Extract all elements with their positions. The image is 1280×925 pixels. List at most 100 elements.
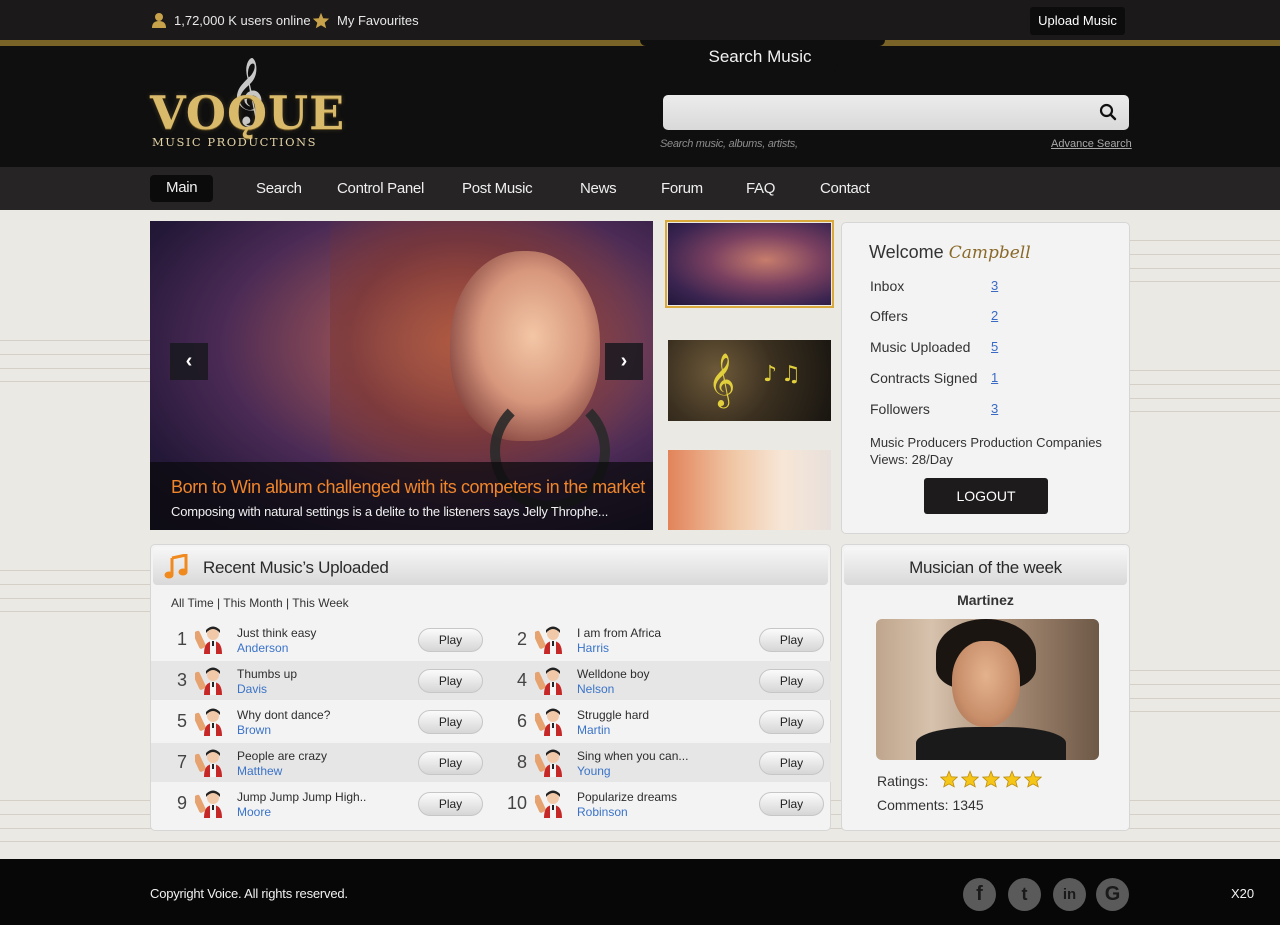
- track-artist-link[interactable]: Harris: [577, 641, 609, 655]
- recent-music-header: Recent Music’s Uploaded: [153, 547, 828, 585]
- track-number: 5: [176, 711, 187, 731]
- stat-value-inbox[interactable]: 3: [991, 278, 998, 293]
- search-icon[interactable]: [1099, 103, 1117, 126]
- welcome-greeting: Welcome: [869, 242, 944, 262]
- stat-value-followers[interactable]: 3: [991, 401, 998, 416]
- slider-thumbnail-3[interactable]: [668, 450, 831, 530]
- rating-star-icon: [982, 770, 1000, 788]
- welcome-panel: Welcome Campbell Inbox 3 Offers 2 Music …: [841, 222, 1130, 534]
- search-input[interactable]: [673, 95, 1083, 130]
- staff-lines: [1120, 370, 1280, 412]
- play-button[interactable]: Play: [418, 710, 483, 734]
- music-notes-icon: ♪♫: [763, 362, 805, 387]
- staff-lines: [1120, 240, 1280, 282]
- track-artist-link[interactable]: Brown: [237, 723, 271, 737]
- track-number: 1: [176, 629, 187, 649]
- music-note-icon: [164, 554, 188, 579]
- slider-prev-button[interactable]: ‹: [170, 343, 208, 380]
- track-artist-link[interactable]: Martin: [577, 723, 610, 737]
- track-number: 6: [516, 711, 527, 731]
- nav-control-panel[interactable]: Control Panel: [337, 178, 424, 203]
- comments-label: Comments:: [877, 797, 949, 813]
- advance-search-link[interactable]: Advance Search: [1051, 138, 1132, 150]
- logo[interactable]: 𝄞 VOǪUE MUSIC PRODUCTIONS: [150, 56, 344, 160]
- my-favourites-label: My Favourites: [337, 13, 419, 28]
- track-title: Thumbs up: [237, 667, 298, 681]
- track-title: Just think easy: [237, 626, 317, 640]
- treble-clef-icon: 𝄞: [708, 352, 736, 406]
- track-artist-link[interactable]: Matthew: [237, 764, 282, 778]
- nav-search[interactable]: Search: [256, 178, 302, 203]
- artist-avatar-icon: [533, 625, 565, 655]
- stat-value-contracts-signed[interactable]: 1: [991, 370, 998, 385]
- track-row: 1 Just think easy Anderson Play: [151, 620, 491, 659]
- play-button[interactable]: Play: [759, 669, 824, 693]
- welcome-heading: Welcome Campbell: [869, 242, 1031, 263]
- copyright-text: Copyright Voice. All rights reserved.: [150, 886, 348, 901]
- play-button[interactable]: Play: [759, 751, 824, 775]
- slide-caption: Born to Win album challenged with its co…: [150, 462, 653, 530]
- musician-title: Musician of the week: [909, 558, 1062, 577]
- musician-photo[interactable]: [876, 619, 1099, 760]
- track-number: 4: [516, 670, 527, 690]
- nav-main[interactable]: Main: [150, 175, 214, 202]
- slider-next-button[interactable]: ›: [605, 343, 643, 380]
- views-info: Music Producers Production Companies Vie…: [870, 434, 1115, 468]
- star-icon: [312, 12, 330, 29]
- featured-slider[interactable]: ‹ › Born to Win album challenged with it…: [150, 221, 653, 530]
- track-artist-link[interactable]: Robinson: [577, 805, 628, 819]
- play-button[interactable]: Play: [759, 792, 824, 816]
- logo-subtitle: MUSIC PRODUCTIONS: [152, 135, 317, 149]
- stat-value-offers[interactable]: 2: [991, 308, 998, 323]
- views-line-1: Music Producers Production Companies: [870, 435, 1102, 450]
- nav-forum[interactable]: Forum: [661, 178, 703, 203]
- stat-value-music-uploaded[interactable]: 5: [991, 339, 998, 354]
- play-button[interactable]: Play: [418, 792, 483, 816]
- user-icon: [152, 13, 166, 28]
- track-row: 4 Welldone boy Nelson Play: [491, 661, 831, 700]
- track-number: 10: [506, 793, 527, 813]
- track-artist-link[interactable]: Davis: [237, 682, 267, 696]
- play-button[interactable]: Play: [418, 669, 483, 693]
- nav-contact[interactable]: Contact: [820, 178, 870, 203]
- play-button[interactable]: Play: [418, 751, 483, 775]
- track-artist-link[interactable]: Young: [577, 764, 611, 778]
- main-nav: Main Search Control Panel Post Music New…: [0, 167, 1280, 210]
- play-button[interactable]: Play: [418, 628, 483, 652]
- my-favourites-link[interactable]: My Favourites: [312, 12, 419, 29]
- twitter-icon[interactable]: t: [1008, 878, 1041, 911]
- slider-thumbnail-1[interactable]: [665, 220, 834, 308]
- rating-star-icon: [1003, 770, 1021, 788]
- nav-news[interactable]: News: [580, 178, 617, 203]
- track-title: People are crazy: [237, 749, 328, 763]
- facebook-icon[interactable]: f: [963, 878, 996, 911]
- filter-this-month[interactable]: This Month: [223, 596, 282, 610]
- track-artist-link[interactable]: Moore: [237, 805, 271, 819]
- staff-lines: [0, 340, 160, 382]
- track-number: 8: [516, 752, 527, 772]
- slider-thumbnail-2[interactable]: 𝄞 ♪♫: [668, 340, 831, 421]
- track-artist-link[interactable]: Nelson: [577, 682, 614, 696]
- musician-of-week-panel: Musician of the week Martinez Ratings: C…: [841, 544, 1130, 831]
- stat-label-inbox: Inbox: [870, 278, 905, 294]
- nav-faq[interactable]: FAQ: [746, 178, 775, 203]
- google-icon[interactable]: G: [1096, 878, 1129, 911]
- play-button[interactable]: Play: [759, 710, 824, 734]
- track-row: 10 Popularize dreams Robinson Play: [491, 784, 831, 823]
- logout-button[interactable]: LOGOUT: [924, 478, 1048, 514]
- track-number: 7: [176, 752, 187, 772]
- track-row: 7 People are crazy Matthew Play: [151, 743, 491, 782]
- nav-post-music[interactable]: Post Music: [462, 178, 533, 203]
- filter-this-week[interactable]: This Week: [292, 596, 348, 610]
- upload-music-button[interactable]: Upload Music: [1030, 7, 1125, 35]
- time-filter: All Time | This Month | This Week: [171, 596, 349, 610]
- linkedin-icon[interactable]: in: [1053, 878, 1086, 911]
- artist-avatar-icon: [193, 789, 225, 819]
- track-artist-link[interactable]: Anderson: [237, 641, 288, 655]
- slide-title[interactable]: Born to Win album challenged with its co…: [171, 477, 645, 498]
- track-row: 6 Struggle hard Martin Play: [491, 702, 831, 741]
- track-title: Welldone boy: [577, 667, 650, 681]
- musician-name[interactable]: Martinez: [842, 592, 1129, 608]
- play-button[interactable]: Play: [759, 628, 824, 652]
- filter-all-time[interactable]: All Time: [171, 596, 214, 610]
